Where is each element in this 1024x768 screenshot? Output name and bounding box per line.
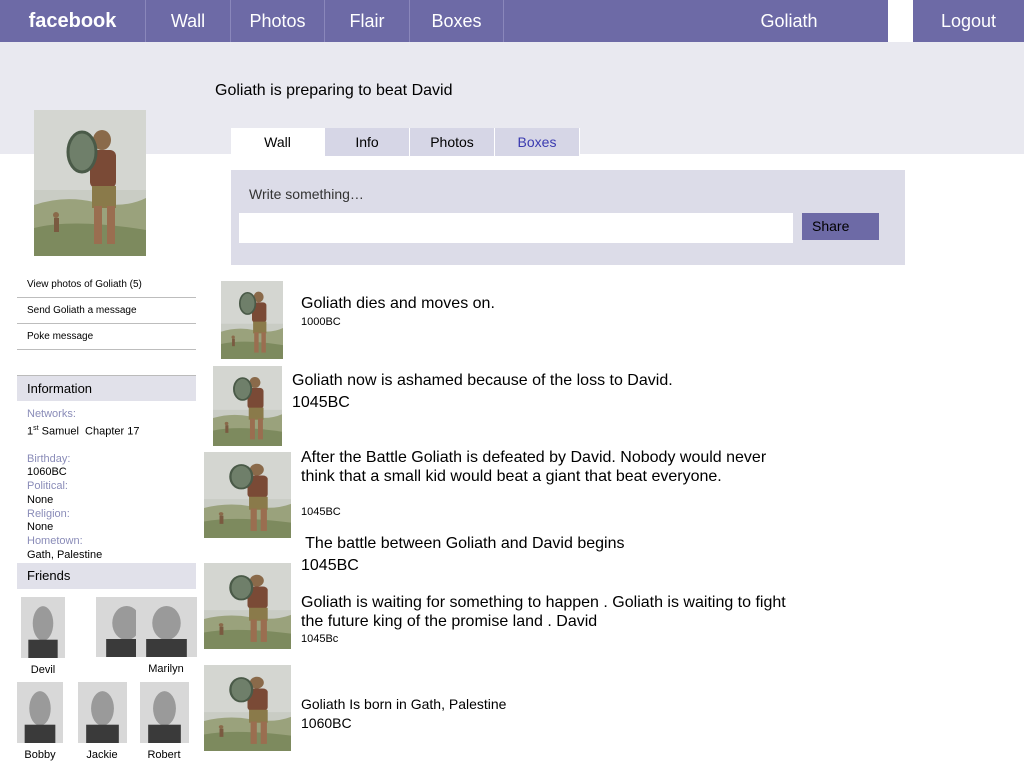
composer-prompt: Write something… bbox=[249, 186, 364, 202]
friend-item[interactable]: Robert bbox=[133, 682, 195, 761]
political-label: Political: bbox=[27, 480, 68, 493]
wall-post-date: 1000BC bbox=[301, 316, 341, 328]
top-navigation-bar: facebook Wall Photos Flair Boxes Goliath… bbox=[0, 0, 1024, 42]
friend-item[interactable]: Bobby bbox=[9, 682, 71, 761]
friend-name[interactable]: Devil bbox=[12, 664, 74, 676]
wall-post-text: Goliath now is ashamed because of the lo… bbox=[292, 372, 673, 389]
religion-label: Religion: bbox=[27, 507, 70, 520]
profile-status: Goliath is preparing to beat David bbox=[215, 82, 453, 99]
friend-name[interactable]: Bobby bbox=[9, 749, 71, 761]
tab-wall[interactable]: Wall bbox=[231, 128, 325, 156]
friend-name[interactable]: Jackie bbox=[71, 749, 133, 761]
send-message-link[interactable]: Send Goliath a message bbox=[17, 298, 196, 324]
post-photo[interactable] bbox=[213, 366, 282, 446]
wall-post-date: 1045BC bbox=[292, 394, 350, 411]
friend-photo[interactable] bbox=[17, 682, 63, 743]
nav-boxes[interactable]: Boxes bbox=[410, 0, 504, 42]
wall-post-text: Goliath Is born in Gath, Palestine bbox=[301, 696, 507, 712]
nav-spacer bbox=[888, 0, 913, 42]
friend-name[interactable]: Robert bbox=[133, 749, 195, 761]
wall-post-date: 1045BC bbox=[301, 506, 341, 518]
poke-link[interactable]: Poke message bbox=[17, 324, 196, 350]
wall-post-input[interactable] bbox=[239, 213, 793, 243]
wall-post-text: Goliath dies and moves on. bbox=[301, 295, 495, 312]
tab-boxes[interactable]: Boxes bbox=[495, 128, 580, 156]
share-button[interactable]: Share bbox=[802, 213, 879, 240]
tab-info[interactable]: Info bbox=[325, 128, 410, 156]
networks-value: 1st Samuel Chapter 17 bbox=[27, 422, 197, 439]
nav-wall[interactable]: Wall bbox=[146, 0, 231, 42]
post-photo[interactable] bbox=[221, 281, 283, 359]
birthday-label: Birthday: bbox=[27, 452, 71, 465]
wall-post-text: After the Battle Goliath is defeated by … bbox=[301, 449, 767, 485]
facebook-logo[interactable]: facebook bbox=[0, 0, 146, 42]
friend-name[interactable]: Marilyn bbox=[135, 663, 197, 675]
religion-value: None bbox=[27, 521, 54, 534]
wall-post-text: The battle between Goliath and David beg… bbox=[301, 535, 625, 552]
networks-label: Networks: bbox=[27, 408, 76, 420]
wall-post-text: Goliath is waiting for something to happ… bbox=[301, 594, 786, 630]
friend-item[interactable]: Marilyn bbox=[135, 597, 197, 675]
nav-user-profile[interactable]: Goliath bbox=[690, 0, 888, 42]
post-photo[interactable] bbox=[204, 563, 291, 649]
information-heading: Information bbox=[17, 375, 196, 401]
friend-photo[interactable] bbox=[139, 682, 189, 743]
wall-composer: Write something… Share bbox=[231, 170, 905, 265]
political-value: None bbox=[27, 493, 54, 506]
friend-photo[interactable] bbox=[21, 597, 65, 658]
hometown-value: Gath, Palestine bbox=[27, 548, 103, 561]
friend-photo[interactable] bbox=[77, 682, 127, 743]
post-photo[interactable] bbox=[204, 452, 291, 538]
friend-item[interactable]: Jackie bbox=[71, 682, 133, 761]
post-photo[interactable] bbox=[204, 665, 291, 751]
friend-photo[interactable] bbox=[135, 597, 197, 657]
view-photos-link[interactable]: View photos of Goliath (5) bbox=[17, 272, 196, 298]
information-section: Networks: 1st Samuel Chapter 17 Birthday… bbox=[27, 408, 197, 562]
profile-action-links: View photos of Goliath (5) Send Goliath … bbox=[17, 272, 196, 350]
wall-post-date: 1045BC bbox=[301, 557, 359, 574]
nav-flair[interactable]: Flair bbox=[325, 0, 410, 42]
friends-heading: Friends bbox=[17, 563, 196, 589]
wall-post-date: 1045Bc bbox=[301, 633, 339, 645]
profile-picture[interactable] bbox=[34, 110, 146, 256]
hometown-label: Hometown: bbox=[27, 534, 83, 547]
friend-item[interactable]: Devil bbox=[12, 597, 74, 676]
networks-value-rest: Samuel Chapter 17 bbox=[38, 425, 140, 438]
wall-post-date: 1060BC bbox=[301, 715, 352, 731]
birthday-value: 1060BC bbox=[27, 466, 67, 479]
logout-button[interactable]: Logout bbox=[913, 0, 1024, 42]
nav-photos[interactable]: Photos bbox=[231, 0, 325, 42]
tab-photos[interactable]: Photos bbox=[410, 128, 495, 156]
